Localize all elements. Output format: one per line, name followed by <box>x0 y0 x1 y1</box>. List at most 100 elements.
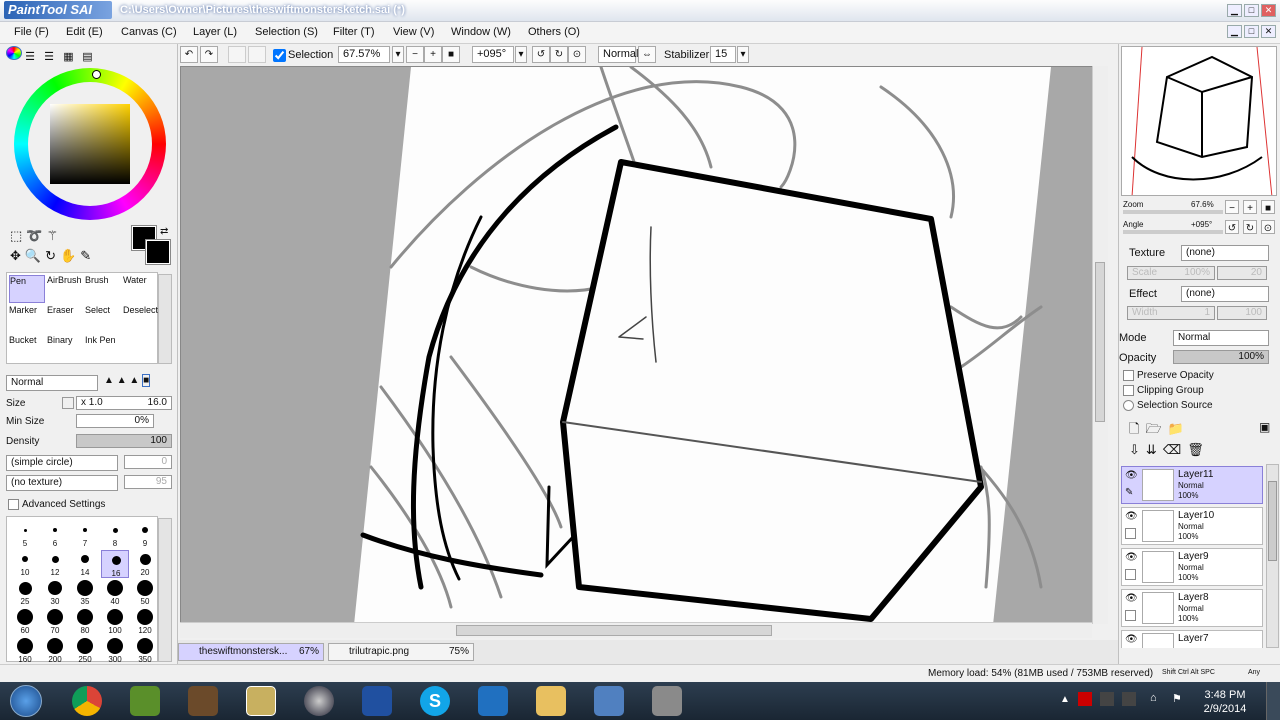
texture-scale-slider[interactable]: Scale 100% <box>1127 266 1215 280</box>
new-layer-icon[interactable]: 🗋 <box>1129 421 1145 436</box>
density-slider[interactable]: 100 <box>76 434 172 448</box>
secondary-color-swatch[interactable] <box>145 239 171 265</box>
brush-size-cell[interactable]: 6 <box>41 521 69 549</box>
layer-list-scrollbar[interactable] <box>1266 464 1279 648</box>
redo-button[interactable]: ↷ <box>200 46 218 63</box>
layer-scroll-thumb[interactable] <box>1268 481 1277 561</box>
min-size-slider[interactable]: 0% <box>76 414 154 428</box>
undo-button[interactable]: ↶ <box>180 46 198 63</box>
nav-rotate-right-button[interactable]: ↻ <box>1243 220 1257 234</box>
angle-field[interactable]: +095° <box>472 46 514 63</box>
blend-mode-select[interactable]: Normal <box>6 375 98 391</box>
hsv-slider-tab-icon[interactable]: ☰ <box>44 50 60 64</box>
stabilizer-dropdown-icon[interactable]: ▾ <box>737 46 749 63</box>
layer-item-layer8[interactable]: 👁 Layer8 Normal 100% <box>1121 589 1263 627</box>
tab-trilutrapic[interactable]: trilutrapic.png 75% <box>328 643 474 661</box>
vertical-scroll-thumb[interactable] <box>1095 262 1105 422</box>
rgb-slider-tab-icon[interactable]: ☰ <box>25 50 41 64</box>
clipping-group-checkbox[interactable] <box>1123 385 1134 396</box>
zoom-field[interactable]: 67.57% <box>338 46 390 63</box>
rotate-icon[interactable]: ↻ <box>45 248 60 263</box>
sketch-canvas[interactable] <box>181 67 1108 624</box>
hand-icon[interactable]: ✋ <box>60 248 80 263</box>
nav-zoom-slider[interactable] <box>1123 210 1223 214</box>
layer-panel-toggle-icon[interactable]: ▣ <box>1259 420 1270 434</box>
swap-color-icon[interactable]: ⇄ <box>160 226 168 237</box>
tool-palette-scrollbar[interactable] <box>158 274 172 364</box>
brush-size-cell[interactable]: 40 <box>101 579 129 607</box>
view-mode-field[interactable]: Normal <box>598 46 638 63</box>
game-icon[interactable] <box>188 686 218 716</box>
start-button[interactable] <box>10 685 42 717</box>
brush-size-cell[interactable]: 16 <box>101 550 129 578</box>
opacity-slider[interactable]: 100% <box>1173 350 1269 364</box>
tool-ink-pen[interactable]: Ink Pen <box>85 335 121 363</box>
brush-size-cell[interactable]: 100 <box>101 608 129 636</box>
eye-icon[interactable]: 👁 <box>1125 511 1138 522</box>
brush-size-cell[interactable]: 10 <box>11 550 39 578</box>
texture-select[interactable]: (none) <box>1181 245 1269 261</box>
brush-size-cell[interactable]: 8 <box>101 521 129 549</box>
shape-medium-icon[interactable]: ▲ <box>117 375 127 386</box>
brush-size-cell[interactable]: 80 <box>71 608 99 636</box>
flip-button[interactable]: ⇔ <box>638 46 656 63</box>
brush-shape-select[interactable]: (simple circle) <box>6 455 118 471</box>
layer-item-layer7[interactable]: 👁 Layer7 <box>1121 630 1263 648</box>
nav-zoom-out-button[interactable]: − <box>1225 200 1239 214</box>
tool-deselect[interactable]: Deselect <box>123 305 159 333</box>
brush-size-cell[interactable]: 25 <box>11 579 39 607</box>
tool-water[interactable]: Water <box>123 275 159 303</box>
move-icon[interactable]: ✥ <box>10 248 25 263</box>
tab-theswiftmonstersketch[interactable]: theswiftmonstersk... 67% <box>178 643 324 661</box>
tool-airbrush[interactable]: AirBrush <box>47 275 83 303</box>
menu-filter[interactable]: Filter (T) <box>333 26 375 38</box>
brush-size-cell[interactable]: 30 <box>41 579 69 607</box>
brush-size-cell[interactable]: 12 <box>41 550 69 578</box>
effect-width-slider[interactable]: Width 1 <box>1127 306 1215 320</box>
tool-icon[interactable] <box>652 686 682 716</box>
layer-lock-checkbox[interactable] <box>1125 528 1136 539</box>
zoom-icon[interactable]: 🔍 <box>25 248 45 263</box>
rotate-right-button[interactable]: ↻ <box>550 46 568 63</box>
rotate-reset-button[interactable]: ⊙ <box>568 46 586 63</box>
shape-square-icon[interactable]: ■ <box>142 374 151 387</box>
layer-item-layer9[interactable]: 👁 Layer9 Normal 100% <box>1121 548 1263 586</box>
nav-zoom-in-button[interactable]: + <box>1243 200 1257 214</box>
skype-icon[interactable]: S <box>420 686 450 716</box>
effect-strength-field[interactable]: 100 <box>1217 306 1267 320</box>
color-wheel-tab-icon[interactable] <box>6 46 22 60</box>
merge-down-icon[interactable]: ⇊ <box>1146 442 1163 457</box>
tray-flag-icon[interactable]: ⚑ <box>1172 692 1182 705</box>
eye-icon[interactable]: 👁 <box>1125 470 1138 481</box>
app-icon[interactable] <box>362 686 392 716</box>
tool-binary[interactable]: Binary <box>47 335 83 363</box>
paint-icon[interactable] <box>594 686 624 716</box>
brush-shape-value[interactable]: 0 <box>124 455 172 469</box>
brush-size-cell[interactable]: 5 <box>11 521 39 549</box>
canvas-vertical-scrollbar[interactable] <box>1092 66 1108 624</box>
doc-close-button[interactable]: ✕ <box>1261 25 1276 38</box>
tray-arrow-icon[interactable]: ▲ <box>1060 694 1070 705</box>
texture-strength-field[interactable]: 20 <box>1217 266 1267 280</box>
layer-lock-checkbox[interactable] <box>1125 569 1136 580</box>
invert-button[interactable] <box>248 46 266 63</box>
tray-adobe-icon[interactable] <box>1078 692 1092 706</box>
doc-restore-button[interactable]: □ <box>1244 25 1259 38</box>
selection-checkbox[interactable] <box>273 49 286 62</box>
menu-selection[interactable]: Selection (S) <box>255 26 318 38</box>
menu-view[interactable]: View (V) <box>393 26 434 38</box>
paint-tool-sai-taskbar-icon[interactable] <box>246 686 276 716</box>
size-slider[interactable]: x 1.0 16.0 <box>76 396 172 410</box>
deselect-button[interactable] <box>228 46 246 63</box>
layer-mode-select[interactable]: Normal <box>1173 330 1269 346</box>
tool-marker[interactable]: Marker <box>9 305 45 333</box>
menu-layer[interactable]: Layer (L) <box>193 26 237 38</box>
editor-icon[interactable] <box>478 686 508 716</box>
rotate-left-button[interactable]: ↺ <box>532 46 550 63</box>
eye-icon[interactable]: 👁 <box>1125 593 1138 604</box>
lasso-icon[interactable]: ➰ <box>26 228 46 243</box>
brush-size-cell[interactable]: 20 <box>131 550 159 578</box>
brush-size-cell[interactable]: 35 <box>71 579 99 607</box>
tool-select[interactable]: Select <box>85 305 121 333</box>
brush-size-cell[interactable]: 300 <box>101 637 129 665</box>
